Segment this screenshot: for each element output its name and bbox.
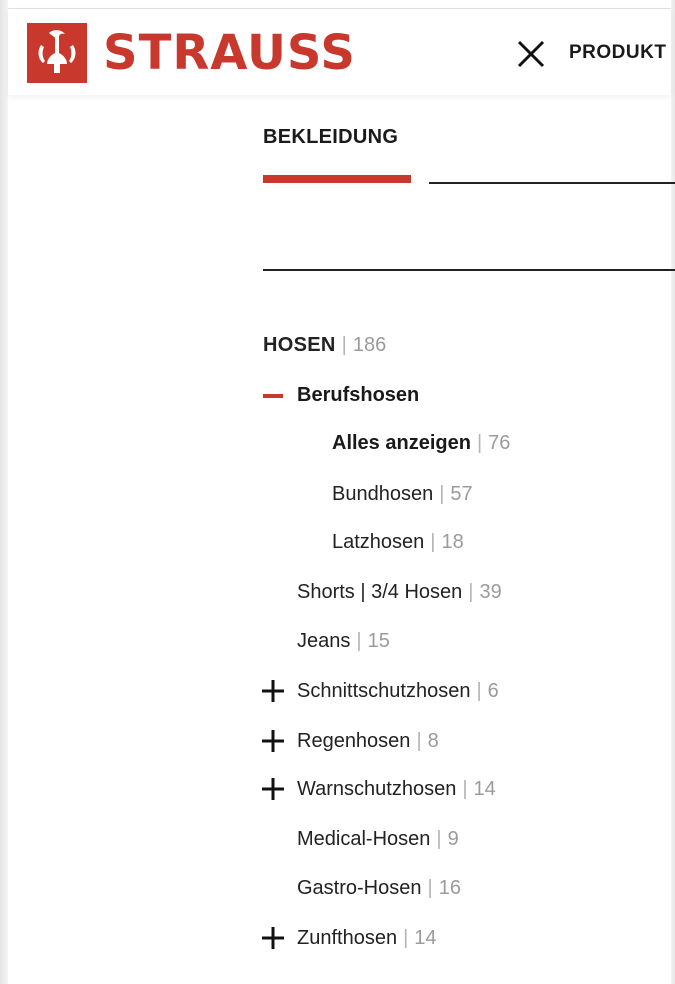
- nav-produkte-label[interactable]: PRODUKT: [569, 42, 666, 64]
- list-item-count: 8: [427, 730, 439, 752]
- separator: |: [439, 483, 445, 505]
- list-item-count: 14: [414, 927, 437, 949]
- list-item-latzhosen[interactable]: Latzhosen | 18: [332, 530, 464, 554]
- mobile-menu-frame: STRAUSS PRODUKT BEKLEIDUNG HOSEN | 186 Ber…: [0, 0, 675, 984]
- list-item-schnittschutzhosen[interactable]: Schnittschutzhosen | 6: [297, 679, 499, 703]
- separator: |: [462, 778, 468, 800]
- list-item-label: Warnschutzhosen: [297, 778, 457, 800]
- list-item-label: Medical-Hosen: [297, 828, 431, 850]
- list-item-count: 14: [473, 778, 496, 800]
- list-item-shorts[interactable]: Shorts | 3/4 Hosen | 39: [297, 580, 502, 604]
- separator: |: [476, 432, 483, 454]
- category-title[interactable]: HOSEN | 186: [263, 333, 386, 357]
- list-item-label: Regenhosen: [297, 730, 411, 752]
- separator: |: [476, 680, 482, 702]
- list-item-alles-anzeigen[interactable]: Alles anzeigen | 76: [332, 431, 510, 455]
- list-item-count: 15: [367, 630, 390, 652]
- separator: |: [356, 630, 362, 652]
- list-item-label: Shorts | 3/4 Hosen: [297, 581, 463, 603]
- collapse-berufshosen-toggle[interactable]: [262, 385, 284, 407]
- separator: |: [341, 334, 347, 356]
- plus-icon: [262, 778, 284, 800]
- list-item-berufshosen[interactable]: Berufshosen: [297, 383, 419, 407]
- list-item-label: Jeans: [297, 630, 351, 652]
- list-item-count: 39: [479, 581, 502, 603]
- list-item-warnschutzhosen[interactable]: Warnschutzhosen | 14: [297, 777, 496, 801]
- category-count: 186: [352, 334, 387, 356]
- list-item-label: Berufshosen: [297, 384, 420, 406]
- tab-bekleidung[interactable]: BEKLEIDUNG: [263, 126, 398, 149]
- list-item-label: Bundhosen: [332, 483, 434, 505]
- list-item-label: Latzhosen: [332, 531, 425, 553]
- brand-logo[interactable]: STRAUSS: [27, 23, 356, 83]
- expand-zunfthosen-toggle[interactable]: [262, 927, 284, 949]
- site-header: STRAUSS PRODUKT: [8, 9, 671, 95]
- separator: |: [427, 877, 433, 899]
- separator: |: [436, 828, 442, 850]
- separator: |: [403, 927, 409, 949]
- separator: |: [468, 581, 474, 603]
- expand-warnschutzhosen-toggle[interactable]: [262, 778, 284, 800]
- list-item-zunfthosen[interactable]: Zunfthosen | 14: [297, 926, 437, 950]
- expand-schnittschutzhosen-toggle[interactable]: [262, 680, 284, 702]
- minus-icon: [263, 394, 283, 398]
- right-edge-shadow: [671, 0, 675, 984]
- list-item-count: 6: [487, 680, 499, 702]
- list-item-count: 18: [441, 531, 464, 553]
- list-item-jeans[interactable]: Jeans | 15: [297, 629, 390, 653]
- list-item-label: Gastro-Hosen: [297, 877, 422, 899]
- separator: |: [430, 531, 436, 553]
- close-icon: [517, 40, 545, 68]
- plus-icon: [262, 680, 284, 702]
- list-item-count: 16: [438, 877, 461, 899]
- list-item-count: 57: [450, 483, 473, 505]
- plus-icon: [262, 730, 284, 752]
- separator: |: [416, 730, 422, 752]
- tab-divider: [429, 182, 675, 184]
- strauss-logo-icon: [27, 23, 87, 83]
- close-menu-button[interactable]: [516, 39, 546, 69]
- plus-icon: [262, 927, 284, 949]
- list-item-medical-hosen[interactable]: Medical-Hosen | 9: [297, 827, 459, 851]
- list-item-regenhosen[interactable]: Regenhosen | 8: [297, 729, 439, 753]
- section-divider: [263, 269, 675, 271]
- list-item-count: 9: [447, 828, 459, 850]
- list-item-gastro-hosen[interactable]: Gastro-Hosen | 16: [297, 876, 461, 900]
- expand-regenhosen-toggle[interactable]: [262, 730, 284, 752]
- list-item-label: Zunfthosen: [297, 927, 398, 949]
- tab-active-indicator: [263, 175, 411, 183]
- left-edge-shadow: [0, 0, 8, 984]
- category-title-label: HOSEN: [263, 334, 336, 356]
- list-item-label: Schnittschutzhosen: [297, 680, 471, 702]
- list-item-count: 76: [488, 432, 511, 454]
- brand-name: STRAUSS: [103, 25, 356, 81]
- list-item-bundhosen[interactable]: Bundhosen | 57: [332, 482, 473, 506]
- list-item-label: Alles anzeigen: [332, 432, 471, 454]
